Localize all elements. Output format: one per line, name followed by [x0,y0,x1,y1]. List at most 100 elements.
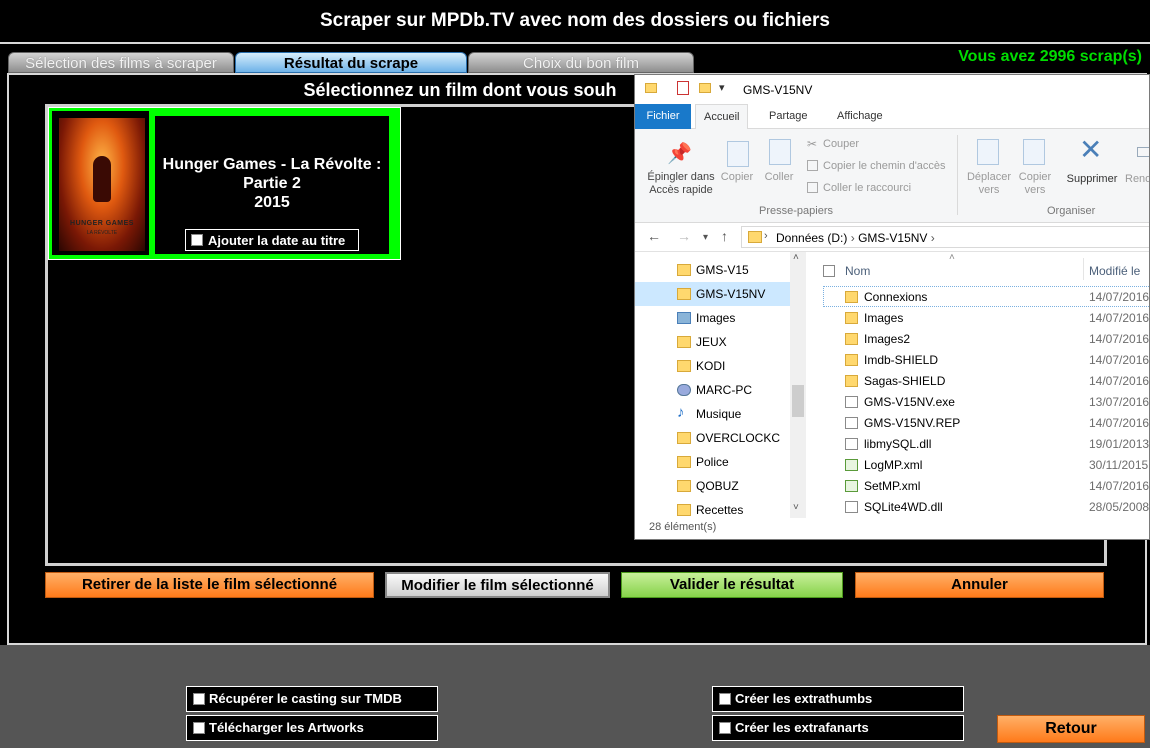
casting-option[interactable]: Récupérer le casting sur TMDB [186,686,438,712]
up-arrow-icon[interactable]: ↑ [721,228,728,244]
file-row[interactable]: Images2 14/07/2016 [823,329,1149,350]
file-row[interactable]: LogMP.xml 30/11/2015 [823,455,1149,476]
nav-item-police[interactable]: Police [635,450,790,474]
ribbon-tab-partage[interactable]: Partage [761,104,816,129]
ribbon: 📌 Épingler dans Accès rapide Copier Coll… [635,129,1149,223]
column-separator[interactable] [1083,258,1084,280]
cancel-button[interactable]: Annuler [855,572,1104,598]
file-row[interactable]: GMS-V15NV.exe 13/07/2016 [823,392,1149,413]
artworks-checkbox[interactable] [193,722,205,734]
scroll-down-icon[interactable]: ˅ [793,502,799,513]
file-row[interactable]: Sagas-SHIELD 14/07/2016 [823,371,1149,392]
pin-label-2: Accès rapide [649,184,713,196]
delete-button[interactable]: Supprimer [1061,173,1123,186]
file-row[interactable]: libmySQL.dll 19/01/2013 [823,434,1149,455]
copy-button[interactable]: Copier [719,171,755,184]
film-poster: HUNGER GAMES LA RÉVOLTE [52,111,149,255]
folder-icon [677,360,691,372]
nav-label: MARC-PC [696,383,752,397]
film-year: 2015 [254,194,290,211]
back-button[interactable]: Retour [997,715,1145,743]
nav-scrollbar-thumb[interactable] [792,385,804,417]
nav-item-gms-v15[interactable]: GMS-V15 [635,258,790,282]
folder-icon [645,83,657,93]
cut-button[interactable]: Couper [823,138,859,151]
file-row[interactable]: SQLite4WD.dll 28/05/2008 [823,497,1149,518]
rename-button[interactable]: Renommer [1125,173,1149,186]
pin-quick-access-button[interactable]: Épingler dans Accès rapide [641,171,721,197]
column-name[interactable]: Nom [845,264,870,278]
nav-item-kodi[interactable]: KODI [635,354,790,378]
pin-icon: 📌 [667,143,692,165]
address-path-box[interactable]: › Données (D:) › GMS-V15NV › [741,226,1149,248]
properties-icon[interactable] [677,81,689,95]
file-row[interactable]: SetMP.xml 14/07/2016 [823,476,1149,497]
file-name: LogMP.xml [864,458,923,472]
poster-figure [93,156,111,202]
title-divider [0,42,1150,44]
extrafanarts-checkbox[interactable] [719,722,731,734]
add-date-checkbox[interactable] [191,234,203,246]
chevron-down-icon[interactable]: ▾ [719,81,725,94]
file-name: SetMP.xml [864,479,921,493]
file-list[interactable]: Nom ˄ Modifié le Connexions 14/07/2016 Ima… [807,252,1149,518]
select-all-checkbox[interactable] [823,265,835,277]
remove-film-button[interactable]: Retirer de la liste le film sélectionné [45,572,374,598]
nav-item-jeux[interactable]: JEUX [635,330,790,354]
scroll-up-icon[interactable]: ˄ [793,252,799,263]
nav-item-overclockc[interactable]: OVERCLOCKC [635,426,790,450]
options-area [0,645,1150,748]
file-row[interactable]: Images 14/07/2016 [823,308,1149,329]
explorer-window[interactable]: ▾ GMS-V15NV Fichier Accueil Partage Affi… [634,74,1150,540]
nav-item-musique[interactable]: ♪ Musique [635,402,790,426]
file-icon [845,438,858,450]
file-row[interactable]: GMS-V15NV.REP 14/07/2016 [823,413,1149,434]
copy-to-button[interactable]: Copier vers [1015,171,1055,197]
navigation-pane[interactable]: GMS-V15 GMS-V15NV Images JEUX KODI MARC-… [635,252,807,518]
copy-path-button[interactable]: Copier le chemin d'accès [823,160,946,173]
paste-button[interactable]: Coller [761,171,797,184]
back-arrow-icon[interactable]: ← [647,228,661,244]
move-label-1: Déplacer [966,171,1012,183]
app-title: Scraper sur MPDb.TV avec nom des dossier… [319,10,830,31]
ribbon-tab-fichier[interactable]: Fichier [635,104,691,129]
add-date-option[interactable]: Ajouter la date au titre [185,229,359,251]
explorer-titlebar[interactable]: ▾ GMS-V15NV [635,75,1149,104]
poster-art: HUNGER GAMES LA RÉVOLTE [59,118,145,251]
file-name: SQLite4WD.dll [864,500,943,514]
extrathumbs-checkbox[interactable] [719,693,731,705]
new-folder-icon[interactable] [699,83,711,93]
xml-file-icon [845,480,858,492]
nav-item-marc-pc[interactable]: MARC-PC [635,378,790,402]
nav-item-qobuz[interactable]: QOBUZ [635,474,790,498]
file-row[interactable]: Connexions 14/07/2016 [823,287,1149,308]
casting-checkbox[interactable] [193,693,205,705]
artworks-option[interactable]: Télécharger les Artworks [186,715,438,741]
validate-button[interactable]: Valider le résultat [621,572,843,598]
file-row[interactable]: Imdb-SHIELD 14/07/2016 [823,350,1149,371]
move-to-button[interactable]: Déplacer vers [963,171,1015,197]
forward-arrow-icon[interactable]: → [677,228,691,244]
address-bar: ← → ▾ ↑ › Données (D:) › GMS-V15NV › [635,224,1149,252]
file-icon [845,417,858,429]
address-folder[interactable]: GMS-V15NV [858,231,927,245]
tab-selection-films[interactable]: Sélection des films à scraper [8,52,234,73]
film-title-line1: Hunger Games - La Révolte : [162,156,382,173]
nav-item-gms-v15nv[interactable]: GMS-V15NV [635,282,790,306]
tab-choix-bon-film[interactable]: Choix du bon film [468,52,694,73]
clipboard-group-label: Presse-papiers [759,205,833,217]
recent-chevron-icon[interactable]: ▾ [703,232,708,243]
address-drive[interactable]: Données (D:) [776,231,847,245]
paste-shortcut-button[interactable]: Coller le raccourci [823,182,911,195]
tab-resultat-scrape[interactable]: Résultat du scrape [235,52,467,73]
extrathumbs-option[interactable]: Créer les extrathumbs [712,686,964,712]
folder-icon [677,264,691,276]
edit-film-button[interactable]: Modifier le film sélectionné [385,572,610,598]
move-label-2: vers [978,184,1000,196]
xml-file-icon [845,459,858,471]
ribbon-tab-affichage[interactable]: Affichage [829,104,891,129]
ribbon-tab-accueil[interactable]: Accueil [695,104,749,129]
nav-item-images[interactable]: Images [635,306,790,330]
extrafanarts-option[interactable]: Créer les extrafanarts [712,715,964,741]
column-date[interactable]: Modifié le [1089,264,1140,278]
